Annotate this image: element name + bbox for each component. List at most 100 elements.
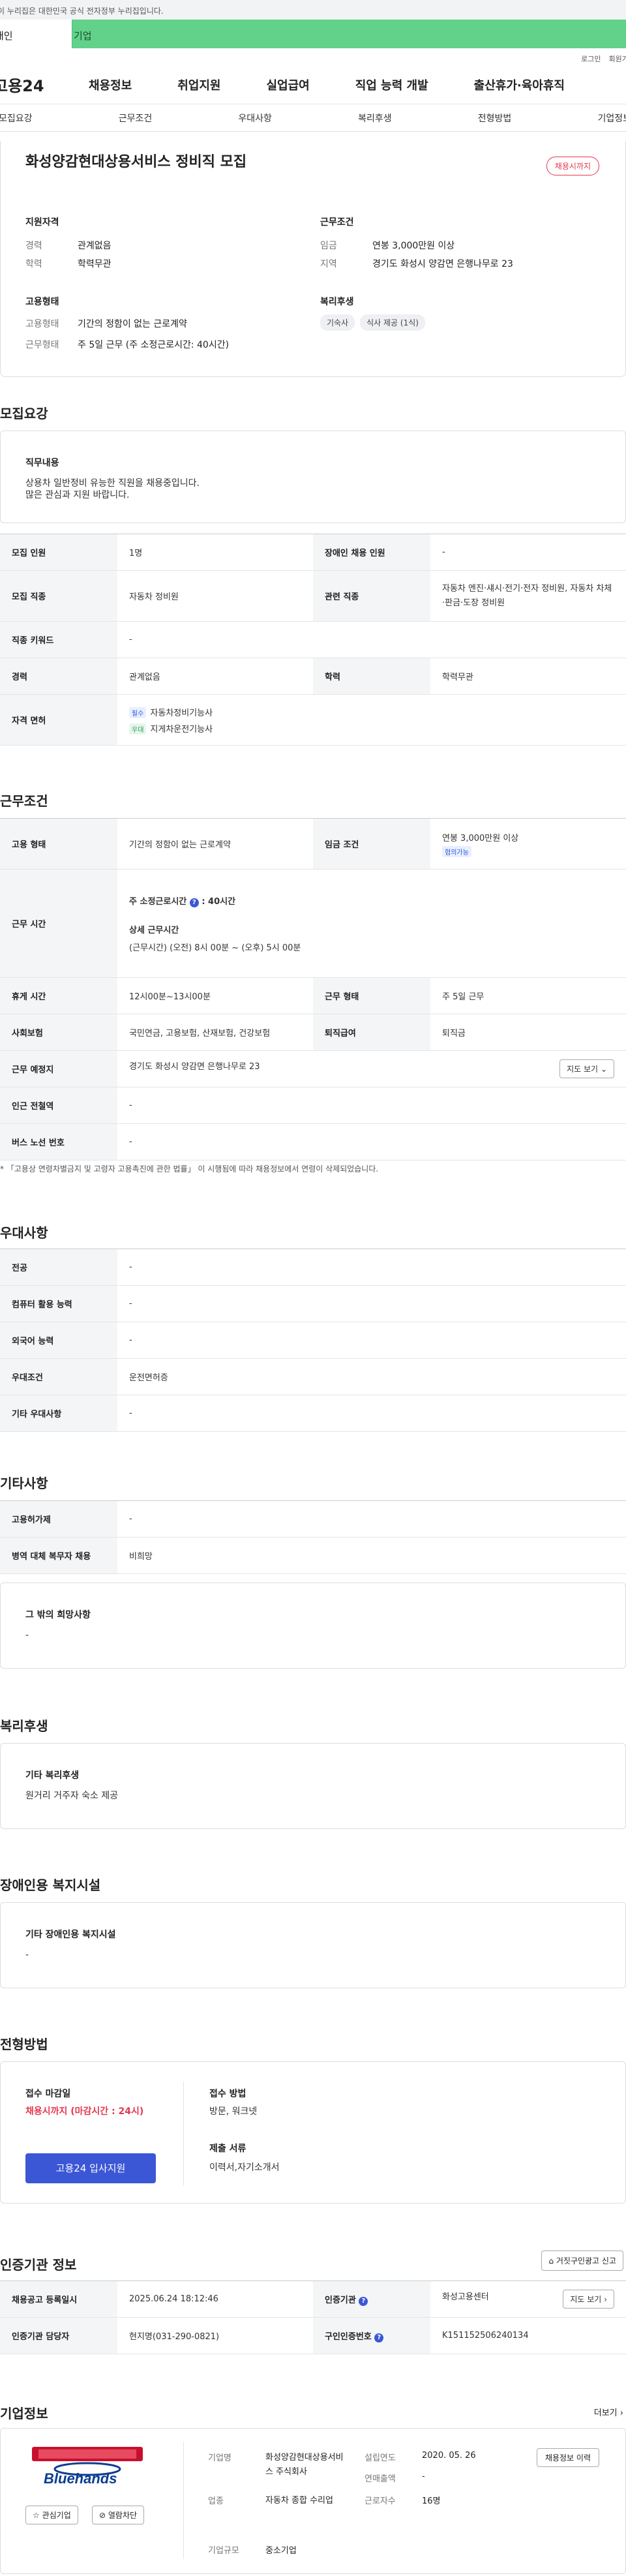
recruit-heading: 모집요강 — [0, 406, 48, 421]
cell-head: 버스 노선 번호 — [0, 1123, 117, 1160]
apply-button[interactable]: 고용24 입사지원 — [25, 2153, 156, 2183]
negotiable-tag: 협의가능 — [442, 845, 471, 857]
snb-conditions[interactable]: 근무조건 — [119, 112, 153, 125]
cell-value: 기간의 정함이 없는 근로계약 — [117, 818, 313, 870]
welfare-box-title: 기타 복리후생 — [25, 1770, 80, 1781]
nav-unemployment-benefit[interactable]: 실업급여 — [267, 76, 310, 93]
cell-head: 모집 직종 — [0, 570, 117, 622]
tab-personal[interactable]: 개인 — [0, 20, 72, 48]
welfare-box: 기타 복리후생 원거리 거주자 숙소 제공 — [0, 1743, 626, 1829]
cell-value: - — [430, 534, 626, 571]
preferred-tag: 우대 — [129, 723, 147, 735]
name-value: 화성양감현대상용서비스 주식회사 — [265, 2453, 344, 2477]
nav-employment-support[interactable]: 취업지원 — [177, 76, 220, 93]
cell-head: 임금 조건 — [313, 818, 430, 870]
cell-head: 전공 — [0, 1249, 117, 1286]
cell-head: 외국어 능력 — [0, 1322, 117, 1359]
cell-value: 비희망 — [117, 1537, 626, 1574]
snb-company[interactable]: 기업정보 — [597, 112, 626, 125]
kv-key: 근무형태 — [25, 340, 59, 350]
fav-company-button[interactable]: ☆ 관심기업 — [25, 2506, 78, 2524]
cell-head: 모집 인원 — [0, 534, 117, 571]
info-icon[interactable]: ? — [374, 2333, 384, 2342]
kv-value: 주 5일 근무 (주 소정근로시간: 40시간) — [78, 340, 230, 350]
company-heading: 기업정보 — [0, 2406, 48, 2421]
pref-heading: 우대사항 — [0, 1225, 48, 1241]
snb-welfare[interactable]: 복리후생 — [358, 112, 392, 125]
snb-preferences[interactable]: 우대사항 — [238, 112, 272, 125]
cell-value: 현지명(031-290-0821) — [117, 2317, 313, 2354]
chevron-down-icon: ⌄ — [600, 1065, 607, 1074]
cell-value: 퇴직금 — [430, 1014, 626, 1051]
login-link[interactable]: 로그인 — [581, 55, 601, 63]
more-link[interactable]: 더보기 › — [594, 2406, 623, 2418]
welfare-heading: 복리후생 — [0, 1718, 48, 1734]
cell-value: 운전면허증 — [117, 1358, 626, 1395]
cell-head: 관련 직종 — [313, 570, 430, 622]
cell-value: 12시00분~13시00분 — [117, 977, 313, 1014]
emp-type: 고용형태 기간의 정함이 없는 근로계약 — [25, 317, 187, 330]
deadline-title: 접수 마감일 — [25, 2089, 71, 2099]
table-row: 휴게 시간 12시00분~13시00분 근무 형태 주 5일 근무 — [0, 977, 626, 1014]
nav-vocational-training[interactable]: 직업 능력 개발 — [355, 76, 428, 93]
gov-banner: 이 누리집은 대한민국 공식 전자정부 누리집입니다. — [0, 0, 626, 20]
no-label: 구인인증번호 — [325, 2331, 372, 2342]
facility-box: 기타 장애인용 복지시설 - — [0, 1902, 626, 1988]
nav-parental-leave[interactable]: 출산휴가·육아휴직 — [474, 76, 565, 93]
nav-jobs[interactable]: 채용정보 — [89, 76, 132, 93]
cell-value: 연봉 3,000만원 이상 협의가능 — [430, 818, 626, 870]
cell-value: K151152506240134 — [430, 2317, 626, 2354]
qual-edu: 학력 학력무관 — [25, 257, 112, 270]
report-button-label: 거짓구인광고 신고 — [556, 2256, 616, 2265]
tab-enterprise-label: 기업 — [74, 30, 92, 42]
place-value: 경기도 화성시 양감면 은행나무로 23 — [129, 1062, 260, 1072]
cell-value: - — [117, 1395, 626, 1432]
block-view-button[interactable]: ⊘ 열람차단 — [92, 2506, 145, 2524]
welfare-chips: 기숙사 식사 제공 (1식) — [320, 314, 430, 331]
cell-value: 화성고용센터 지도 보기 › — [430, 2281, 626, 2318]
etc-heading: 기타사항 — [0, 1476, 48, 1491]
table-row: 버스 노선 번호 - — [0, 1123, 626, 1160]
map-button[interactable]: 지도 보기 ⌄ — [559, 1059, 614, 1078]
kv-key: 고용형태 — [25, 319, 59, 329]
facility-heading: 장애인용 복지시설 — [0, 1877, 101, 1893]
cell-head: 퇴직급여 — [313, 1014, 430, 1051]
table-row: 사회보험 국민연금, 고용보험, 산재보험, 건강보험 퇴직급여 퇴직금 — [0, 1014, 626, 1051]
report-button[interactable]: ⌂ 거짓구인광고 신고 — [541, 2250, 623, 2271]
cell-value: 관계없음 — [117, 658, 313, 695]
cell-head: 고용 형태 — [0, 818, 117, 870]
snb-recruit[interactable]: 모집요강 — [0, 112, 33, 125]
star-icon: ☆ — [33, 2511, 40, 2520]
info-icon[interactable]: ? — [189, 898, 199, 907]
wish-value: - — [25, 1630, 29, 1641]
agency-table: 채용공고 등록일시 2025.06.24 18:12:46 인증기관 ? 화성고용센터… — [0, 2281, 626, 2354]
cell-value: - — [117, 1285, 626, 1322]
cell-value: 경기도 화성시 양감면 은행나무로 23 지도 보기 ⌄ — [117, 1050, 626, 1087]
cell-head: 인근 전철역 — [0, 1087, 117, 1124]
divider — [183, 2082, 184, 2186]
required-tag: 필수 — [129, 706, 147, 718]
agency-map-button[interactable]: 지도 보기 › — [563, 2290, 614, 2309]
work-table: 고용 형태 기간의 정함이 없는 근로계약 임금 조건 연봉 3,000만원 이상 협의… — [0, 818, 626, 1160]
table-row: 자격 면허 필수 자동차정비기능사 우대 지게차운전기능사 — [0, 694, 626, 746]
kv-value: 관계없음 — [78, 241, 112, 251]
tab-enterprise[interactable]: 기업 — [72, 20, 626, 48]
kv-value: 경기도 화성시 양감면 은행나무로 23 — [372, 259, 513, 269]
site-logo[interactable]: 고용24 — [0, 73, 91, 96]
age-note: * 「고용상 연령차별금지 및 고령자 고용촉진에 관한 법률」 이 시행됨에 … — [0, 1164, 379, 1174]
cell-head: 직종 키워드 — [0, 621, 117, 658]
site-tabs: 개인 기업 — [0, 20, 626, 48]
kv-key: 지역 — [320, 259, 337, 269]
join-link[interactable]: 회원가입 — [609, 55, 626, 63]
table-row: 기타 우대사항 - — [0, 1395, 626, 1432]
org-value: 화성고용센터 — [442, 2292, 489, 2302]
facility-box-desc: - — [25, 1950, 29, 1960]
snb-selection[interactable]: 전형방법 — [478, 112, 512, 125]
more-label: 더보기 — [593, 2408, 618, 2418]
info-icon[interactable]: ? — [359, 2296, 368, 2306]
kv-value: 학력무관 — [78, 259, 112, 269]
history-button[interactable]: 채용정보 이력 — [536, 2448, 599, 2467]
block-icon: ⊘ — [99, 2511, 106, 2520]
cell-value: 자동차 엔진·섀시·전기·전자 정비원, 자동차 차체·판금·도장 정비원 — [430, 570, 626, 622]
docs-value: 이력서,자기소개서 — [209, 2162, 280, 2173]
